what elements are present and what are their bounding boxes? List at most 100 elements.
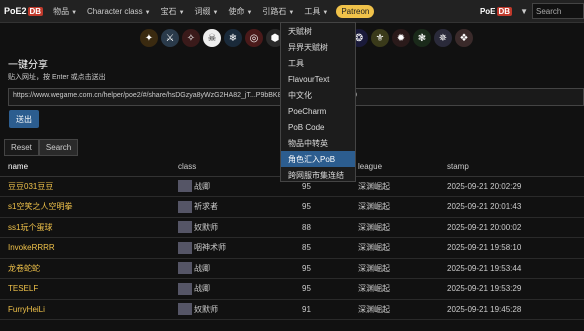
nav-item-quests[interactable]: 使命 ▼: [228, 6, 252, 17]
patreon-button[interactable]: Patreon: [336, 4, 375, 18]
cell-stamp: 2025-09-21 20:00:02: [447, 222, 522, 232]
dropdown-item[interactable]: 天赋树: [281, 23, 355, 39]
dropdown-item[interactable]: 异界天赋树: [281, 39, 355, 55]
nav-label: 物品: [53, 6, 70, 16]
cell-level: 85: [302, 243, 311, 252]
logo-db: DB: [27, 6, 44, 16]
cell-name[interactable]: ss1玩个蛋球: [8, 222, 52, 233]
nav-item-affixes[interactable]: 词缀 ▼: [195, 6, 219, 17]
class-icon-4[interactable]: ☠: [203, 29, 221, 47]
cell-class: 战卿: [178, 180, 210, 192]
nav-label: Character class: [87, 6, 143, 16]
cell-name[interactable]: s1空笑之人空明拳: [8, 201, 72, 212]
logo-text: PoE: [479, 6, 496, 16]
col-header-name[interactable]: name: [8, 162, 28, 171]
cell-name[interactable]: TESELF: [8, 284, 38, 293]
nav-label: 工具: [304, 6, 321, 16]
top-navbar: PoE2 DB 物品 ▼ Character class ▼ 宝石 ▼ 词缀 ▼ 使命 ▼ …: [0, 0, 584, 23]
class-avatar: [178, 303, 192, 315]
class-icon-1[interactable]: ✦: [140, 29, 158, 47]
class-avatar: [178, 221, 192, 233]
col-header-class[interactable]: class: [178, 162, 196, 171]
class-icon-5[interactable]: ❄: [224, 29, 242, 47]
col-header-league[interactable]: league: [358, 162, 382, 171]
logo-text: PoE2: [4, 6, 27, 16]
class-icon-15[interactable]: ✵: [434, 29, 452, 47]
right-nav: PoE DB ▼ Search: [480, 0, 584, 22]
cell-class-label: 奴默师: [194, 222, 218, 232]
cell-class: 咽神术师: [178, 241, 226, 254]
table-row[interactable]: InvokeRRRR 咽神术师 85 深渊崛起 2025-09-21 19:58:10: [0, 238, 584, 259]
cell-name[interactable]: 豆豆031豆豆: [8, 181, 53, 192]
cell-stamp: 2025-09-21 20:01:43: [447, 202, 522, 211]
cell-league: 深渊崛起: [358, 263, 390, 273]
site-logo[interactable]: PoE2 DB: [4, 6, 44, 16]
dropdown-item[interactable]: 中文化: [281, 87, 355, 103]
class-icon-14[interactable]: ❃: [413, 29, 431, 47]
class-icon-6[interactable]: ◎: [245, 29, 263, 47]
class-icon-3[interactable]: ✧: [182, 29, 200, 47]
class-avatar: [178, 200, 192, 213]
chevron-down-icon: ▼: [178, 9, 185, 16]
dropdown-item[interactable]: 跨网服市集连结: [281, 167, 355, 183]
dropdown-item[interactable]: 物品中转英: [281, 135, 355, 151]
class-avatar: [178, 241, 192, 254]
share-title: 一键分享: [8, 60, 48, 71]
nav-label: 引路石: [262, 6, 287, 16]
cell-league: 深渊崛起: [358, 284, 390, 293]
cell-league: 深渊崛起: [358, 304, 390, 314]
cell-name[interactable]: InvokeRRRR: [8, 243, 55, 252]
dropdown-item[interactable]: PoeCharm: [281, 103, 355, 119]
cell-level: 91: [302, 304, 311, 314]
table-row[interactable]: s1空笑之人空明拳 祈求者 95 深渊崛起 2025-09-21 20:01:43: [0, 197, 584, 218]
dropdown-item[interactable]: PoB Code: [281, 119, 355, 135]
cell-name[interactable]: 龙卷蛇蛇: [8, 263, 40, 274]
class-icon-2[interactable]: ⚔: [161, 29, 179, 47]
cell-class-label: 战卿: [194, 284, 210, 293]
nav-label: 使命: [228, 6, 245, 16]
send-button[interactable]: 送出: [9, 110, 39, 128]
cell-class-label: 战卿: [194, 263, 210, 273]
search-tab[interactable]: Search: [38, 139, 79, 156]
table-row[interactable]: 龙卷蛇蛇 战卿 95 深渊崛起 2025-09-21 19:53:44: [0, 258, 584, 279]
nav-item-character-class[interactable]: Character class ▼: [87, 7, 151, 16]
cell-class-label: 战卿: [194, 181, 210, 191]
cell-stamp: 2025-09-21 19:53:44: [447, 263, 522, 273]
class-icon-12[interactable]: ⚜: [371, 29, 389, 47]
cell-stamp: 2025-09-21 19:45:28: [447, 304, 522, 314]
poe1-logo[interactable]: PoE DB: [479, 6, 513, 16]
cell-stamp: 2025-09-21 19:53:29: [447, 284, 522, 293]
cell-league: 深渊崛起: [358, 181, 390, 191]
nav-item-gems[interactable]: 宝石 ▼: [161, 6, 185, 17]
class-icon-13[interactable]: ✹: [392, 29, 410, 47]
cell-league: 深渊崛起: [358, 202, 390, 211]
nav-item-waystones[interactable]: 引路石 ▼: [262, 6, 294, 17]
cell-league: 深渊崛起: [358, 243, 390, 252]
cell-level: 95: [302, 284, 311, 293]
reset-button[interactable]: Reset: [4, 139, 39, 156]
col-header-stamp[interactable]: stamp: [447, 162, 469, 171]
nav-item-items[interactable]: 物品 ▼: [53, 6, 77, 17]
chevron-down-icon: ▼: [246, 9, 253, 16]
cell-class: 战卿: [178, 262, 210, 274]
cell-class: 战卿: [178, 282, 210, 295]
cell-league: 深渊崛起: [358, 222, 390, 232]
table-row[interactable]: ss1玩个蛋球 奴默师 88 深渊崛起 2025-09-21 20:00:02: [0, 217, 584, 238]
chevron-down-icon: ▼: [322, 9, 329, 16]
chevron-down-icon: ▼: [288, 9, 295, 16]
nav-label: 词缀: [194, 6, 211, 16]
dropdown-item[interactable]: 工具: [281, 55, 355, 71]
nav-item-tools[interactable]: 工具 ▼: [304, 6, 328, 17]
dropdown-item[interactable]: 角色汇入PoB: [281, 151, 355, 167]
share-description: 贴入网址，按 Enter 或点击送出: [8, 74, 106, 81]
search-input[interactable]: Search: [532, 3, 584, 19]
dropdown-item[interactable]: FlavourText: [281, 71, 355, 87]
lang-dropdown[interactable]: ▼: [520, 7, 528, 16]
chevron-down-icon: ▼: [212, 9, 219, 16]
table-tabs: Reset Search: [4, 139, 79, 156]
class-icon-16[interactable]: ❖: [455, 29, 473, 47]
cell-name[interactable]: FurryHeiLi: [8, 305, 45, 314]
table-row[interactable]: TESELF 战卿 95 深渊崛起 2025-09-21 19:53:29: [0, 279, 584, 300]
table-row[interactable]: FurryHeiLi 奴默师 91 深渊崛起 2025-09-21 19:45:28: [0, 299, 584, 320]
cell-level: 95: [302, 263, 311, 273]
